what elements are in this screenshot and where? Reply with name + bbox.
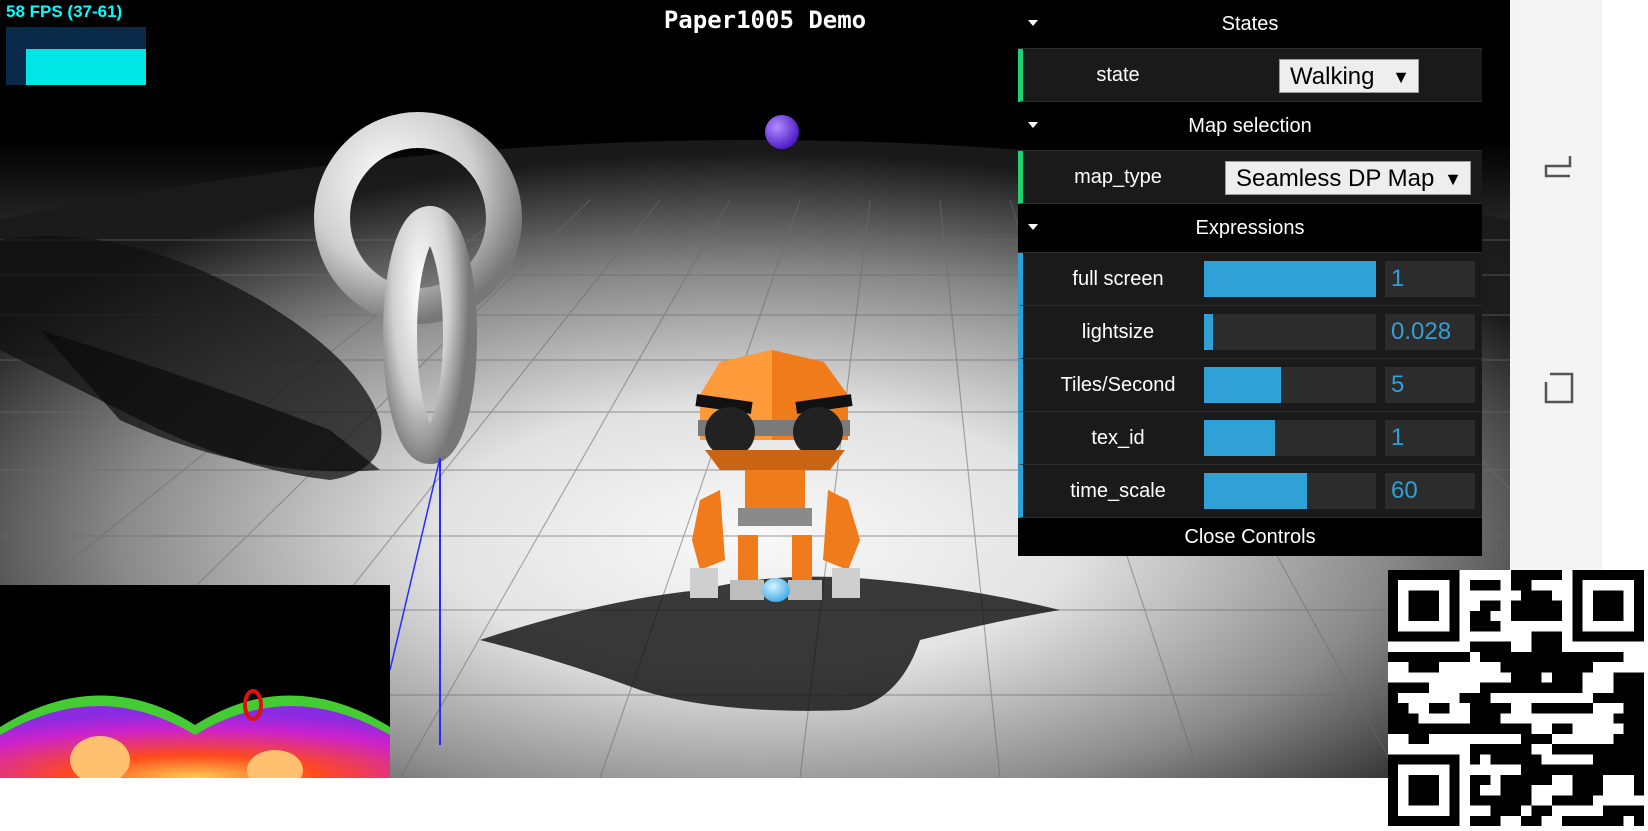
control-label: time_scale (1070, 480, 1166, 502)
control-time-scale: time_scale 60 (1018, 465, 1482, 518)
control-full-screen: full screen 1 (1018, 253, 1482, 306)
folder-expressions[interactable]: Expressions (1018, 204, 1482, 253)
full-screen-slider[interactable] (1204, 261, 1376, 297)
fps-meter[interactable]: 58 FPS (37-61) (0, 0, 150, 90)
slider-fill (1204, 367, 1282, 403)
control-label: full screen (1072, 268, 1164, 290)
fps-graph (6, 27, 146, 85)
shadow-map-preview (0, 585, 390, 778)
chevron-down-icon (1028, 224, 1038, 230)
folder-map-selection[interactable]: Map selection (1018, 102, 1482, 151)
state-select-value: Walking (1290, 63, 1375, 90)
control-tex-id: tex_id 1 (1018, 412, 1482, 465)
folder-states[interactable]: States (1018, 0, 1482, 49)
control-label: state (1096, 64, 1140, 86)
slider-fill (1204, 473, 1308, 509)
close-controls-button[interactable]: Close Controls (1018, 518, 1482, 556)
dropdown-caret-icon: ▼ (1392, 67, 1410, 87)
control-map-type: map_type Seamless DP Map ▼ (1018, 151, 1482, 204)
control-lightsize: lightsize 0.028 (1018, 306, 1482, 359)
slider-fill (1204, 261, 1376, 297)
controls-panel: States state Walking ▼ Map selection map… (1018, 0, 1482, 556)
control-tiles-per-second: Tiles/Second 5 (1018, 359, 1482, 412)
fps-label: 58 FPS (37-61) (6, 2, 123, 21)
state-select[interactable]: Walking ▼ (1279, 59, 1419, 93)
time-scale-input[interactable]: 60 (1385, 473, 1475, 509)
control-state: state Walking ▼ (1018, 49, 1482, 102)
map-type-select-value: Seamless DP Map (1236, 165, 1435, 192)
folder-expressions-title: Expressions (1195, 216, 1305, 239)
tex-id-input[interactable]: 1 (1385, 420, 1475, 456)
control-label: lightsize (1081, 321, 1155, 343)
dropdown-caret-icon: ▼ (1444, 169, 1462, 189)
chevron-down-icon (1028, 20, 1038, 26)
recent-apps-icon[interactable] (1540, 368, 1576, 408)
fps-graph-fill (26, 49, 146, 85)
folder-map-selection-title: Map selection (1188, 114, 1312, 137)
slider-fill (1204, 420, 1275, 456)
lightsize-slider[interactable] (1204, 314, 1376, 350)
map-type-select[interactable]: Seamless DP Map ▼ (1225, 161, 1471, 195)
lightsize-input[interactable]: 0.028 (1385, 314, 1475, 350)
tiles-per-second-input[interactable]: 5 (1385, 367, 1475, 403)
control-label: Tiles/Second (1060, 374, 1176, 396)
control-label: tex_id (1091, 427, 1145, 449)
tiles-per-second-slider[interactable] (1204, 367, 1376, 403)
control-label: map_type (1074, 166, 1162, 188)
chevron-down-icon (1028, 122, 1038, 128)
back-arrow-icon[interactable] (1540, 150, 1576, 190)
slider-fill (1204, 314, 1213, 350)
time-scale-slider[interactable] (1204, 473, 1376, 509)
tex-id-slider[interactable] (1204, 420, 1376, 456)
full-screen-input[interactable]: 1 (1385, 261, 1475, 297)
folder-states-title: States (1221, 12, 1279, 35)
qr-code (1388, 570, 1644, 826)
